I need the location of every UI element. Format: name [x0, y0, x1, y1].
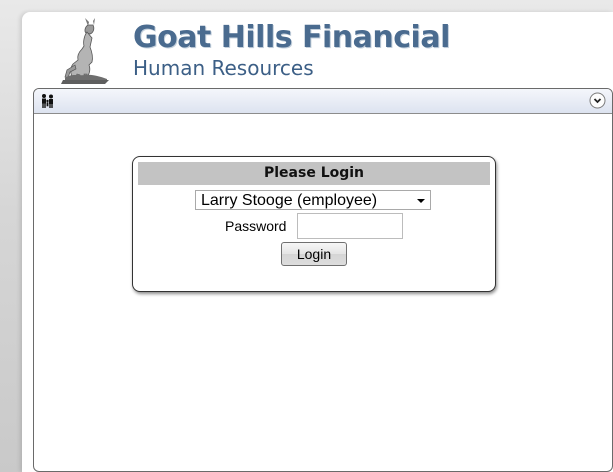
app-window: Goat Hills Financial Human Resources Ple… — [22, 12, 613, 472]
password-label: Password — [225, 218, 287, 234]
app-title: Goat Hills Financial — [133, 20, 450, 55]
content-panel: Please Login Larry Stooge (employee) Pas… — [33, 88, 613, 472]
users-icon — [42, 94, 53, 108]
page-header: Goat Hills Financial Human Resources — [22, 12, 613, 88]
login-heading: Please Login — [138, 162, 490, 185]
goat-logo-icon — [61, 18, 109, 84]
password-input[interactable] — [297, 213, 403, 239]
app-subtitle: Human Resources — [133, 56, 314, 80]
panel-title-bar — [34, 89, 612, 114]
login-dialog: Please Login Larry Stooge (employee) Pas… — [132, 156, 496, 292]
login-button[interactable]: Login — [281, 242, 347, 266]
collapse-chevron-icon[interactable] — [589, 92, 606, 109]
employee-select-value: Larry Stooge (employee) — [201, 192, 378, 209]
employee-select[interactable]: Larry Stooge (employee) — [195, 190, 431, 210]
dropdown-arrow-icon — [417, 199, 425, 203]
